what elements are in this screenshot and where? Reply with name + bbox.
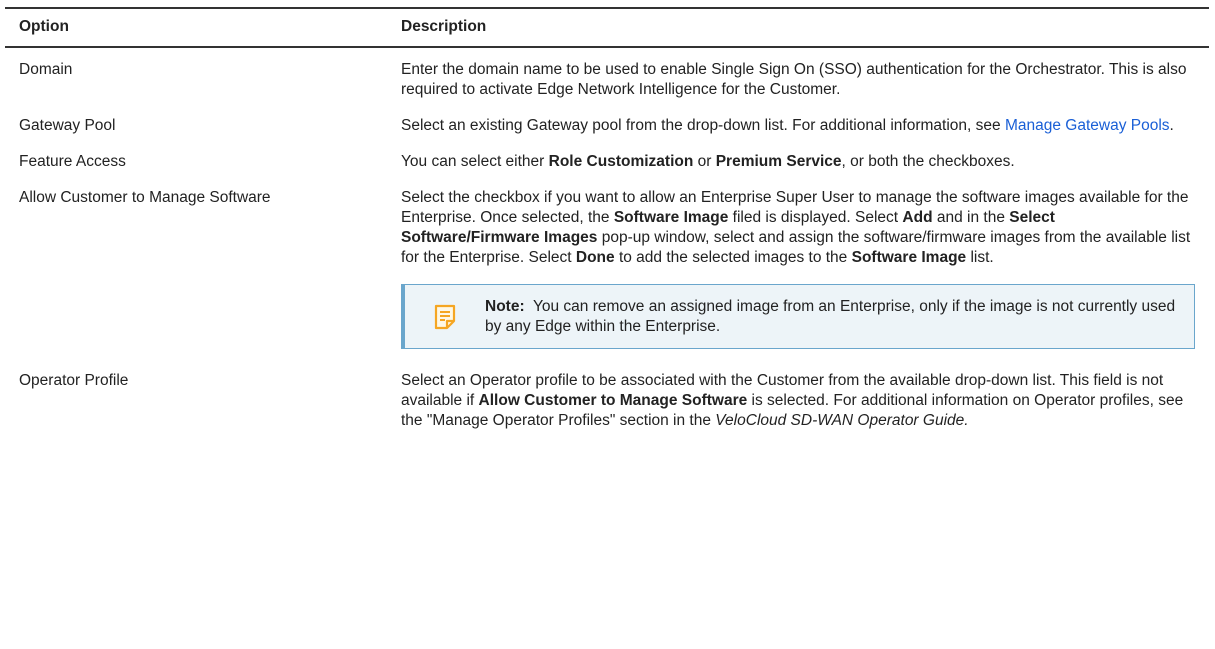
bold-term: Software Image bbox=[851, 249, 967, 266]
description-text: and in the bbox=[932, 209, 1010, 226]
italic-title: VeloCloud SD-WAN Operator Guide. bbox=[715, 412, 969, 429]
note-box: Note: You can remove an assigned image f… bbox=[401, 284, 1195, 349]
description-text: You can select either bbox=[401, 153, 549, 170]
bold-term: Add bbox=[902, 209, 933, 226]
bold-term: Software Image bbox=[613, 209, 729, 226]
manage-gateway-pools-link[interactable]: Manage Gateway Pools bbox=[1005, 117, 1170, 134]
table-row: Allow Customer to Manage Software Select… bbox=[5, 188, 1209, 371]
header-description: Description bbox=[387, 7, 1209, 48]
table-row: Domain Enter the domain name to be used … bbox=[5, 47, 1209, 116]
description-cell: You can select either Role Customization… bbox=[387, 152, 1209, 188]
description-cell: Enter the domain name to be used to enab… bbox=[401, 61, 1187, 98]
option-cell: Feature Access bbox=[19, 153, 126, 170]
options-table: Option Description Domain Enter the doma… bbox=[5, 7, 1209, 447]
description-text: to add the selected images to the bbox=[614, 249, 852, 266]
note-text: Note: You can remove an assigned image f… bbox=[485, 297, 1182, 337]
header-row: Option Description bbox=[5, 7, 1209, 48]
bold-term: Allow Customer to Manage Software bbox=[478, 392, 748, 409]
description-text: list. bbox=[966, 249, 994, 266]
bold-term: Premium Service bbox=[715, 153, 842, 170]
bold-term: Done bbox=[575, 249, 615, 266]
description-paragraph: Select the checkbox if you want to allow… bbox=[401, 188, 1195, 268]
option-cell: Domain bbox=[19, 61, 73, 78]
note-label: Note: bbox=[485, 298, 525, 315]
option-cell: Allow Customer to Manage Software bbox=[19, 189, 271, 206]
note-body: You can remove an assigned image from an… bbox=[485, 298, 1180, 335]
option-cell: Gateway Pool bbox=[19, 117, 116, 134]
description-text: filed is displayed. Select bbox=[728, 209, 903, 226]
table-row: Gateway Pool Select an existing Gateway … bbox=[5, 116, 1209, 152]
description-cell: Select an existing Gateway pool from the… bbox=[387, 116, 1209, 152]
description-text: or bbox=[693, 153, 716, 170]
description-cell: Select an Operator profile to be associa… bbox=[387, 371, 1209, 447]
description-text: , or both the checkboxes. bbox=[841, 153, 1015, 170]
bold-term: Role Customization bbox=[548, 153, 694, 170]
header-option: Option bbox=[5, 7, 387, 48]
description-text: . bbox=[1169, 117, 1174, 134]
table-row: Operator Profile Select an Operator prof… bbox=[5, 371, 1209, 447]
option-cell: Operator Profile bbox=[19, 372, 129, 389]
table-row: Feature Access You can select either Rol… bbox=[5, 152, 1209, 188]
description-cell: Select the checkbox if you want to allow… bbox=[387, 188, 1209, 371]
note-icon bbox=[434, 304, 456, 330]
description-text: Select an existing Gateway pool from the… bbox=[401, 117, 1005, 134]
